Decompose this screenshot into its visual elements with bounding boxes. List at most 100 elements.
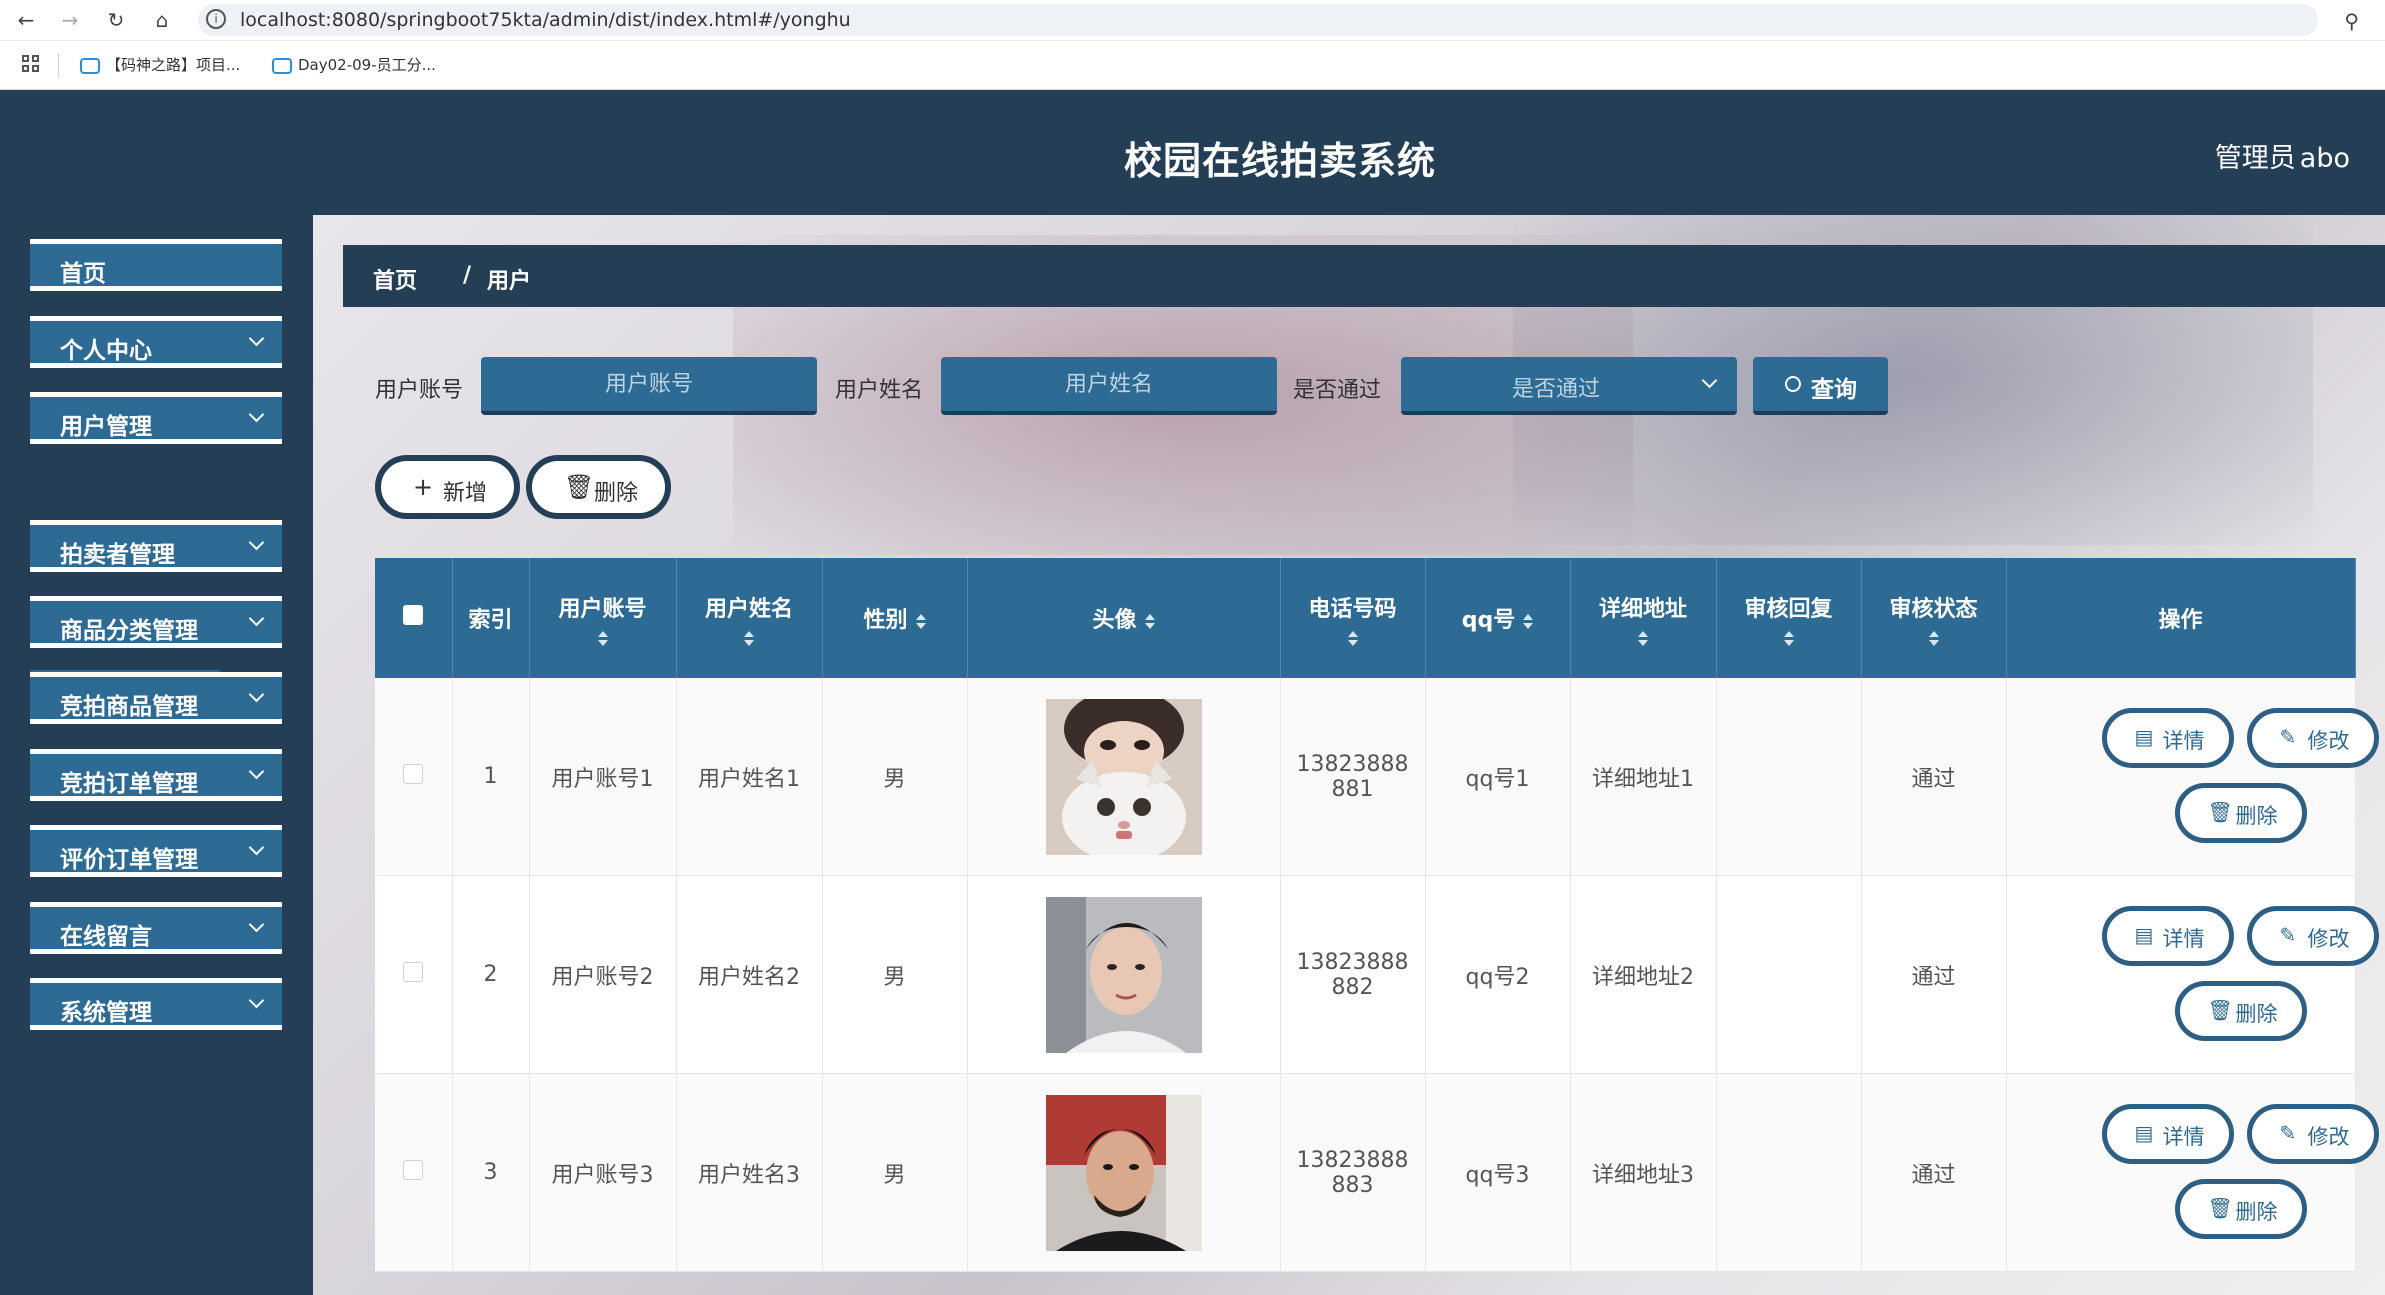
detail-button[interactable]: ▤ 详情 <box>2101 906 2234 966</box>
cell-index: 3 <box>452 1073 530 1272</box>
column-header-sortable[interactable]: 详细地址 <box>1570 558 1717 678</box>
delete-button[interactable]: 🗑 删除 <box>2174 1179 2307 1239</box>
sort-icon[interactable] <box>915 613 926 629</box>
sidebar-item-system-management[interactable]: 系统管理 <box>30 978 282 1030</box>
column-header: 操作 <box>2006 558 2356 678</box>
home-icon[interactable]: ⌂ <box>148 6 176 34</box>
breadcrumb-home[interactable]: 首页 <box>373 263 417 295</box>
chevron-down-icon <box>248 330 265 347</box>
reload-icon[interactable]: ↻ <box>102 6 130 34</box>
cell-name: 用户姓名3 <box>676 1073 823 1272</box>
cell-account: 用户账号2 <box>529 875 677 1074</box>
edit-button[interactable]: ✎ 修改 <box>2246 708 2379 768</box>
sort-icon[interactable] <box>1928 630 1939 646</box>
sort-icon[interactable] <box>1144 613 1155 629</box>
delete-button[interactable]: 🗑 删除 <box>2174 981 2307 1041</box>
batch-delete-button[interactable]: 🗑 删除 <box>526 455 671 519</box>
bookmarks-bar: 【码神之路】项目... Day02-09-员工分... <box>0 41 2385 90</box>
name-search-input[interactable] <box>941 357 1277 415</box>
column-header-sortable[interactable]: 电话号码 <box>1280 558 1426 678</box>
forward-icon[interactable]: → <box>56 6 84 34</box>
column-header-sortable[interactable]: 用户姓名 <box>676 558 823 678</box>
chevron-down-icon <box>248 839 265 856</box>
plus-icon: + <box>413 473 434 501</box>
chevron-down-icon <box>248 610 265 627</box>
sort-icon[interactable] <box>1783 630 1794 646</box>
cell-name: 用户姓名2 <box>676 875 823 1074</box>
cell-address: 详细地址1 <box>1570 678 1717 876</box>
bookmark-1[interactable]: 【码神之路】项目... <box>80 53 240 77</box>
back-icon[interactable]: ← <box>12 6 40 34</box>
apps-grid-icon[interactable] <box>22 55 40 73</box>
cell-account: 用户账号3 <box>529 1073 677 1272</box>
detail-button[interactable]: ▤ 详情 <box>2101 1104 2234 1164</box>
cell-avatar <box>967 678 1281 876</box>
row-checkbox[interactable] <box>375 678 453 876</box>
bookmark-separator <box>58 53 59 77</box>
detail-button[interactable]: ▤ 详情 <box>2101 708 2234 768</box>
chevron-down-icon <box>248 406 265 423</box>
cell-name: 用户姓名1 <box>676 678 823 876</box>
edit-button[interactable]: ✎ 修改 <box>2246 1104 2379 1164</box>
document-icon: ▤ <box>2134 923 2154 947</box>
avatar-cat-photo[interactable] <box>1045 698 1202 855</box>
password-key-icon[interactable]: ⚲ <box>2344 9 2359 33</box>
sidebar-item-auction-goods-management[interactable]: 竞拍商品管理 <box>30 672 282 724</box>
approved-select[interactable]: 是否通过 <box>1401 357 1737 415</box>
name-label: 用户姓名 <box>835 378 924 403</box>
sidebar-item-auctioneer-management[interactable]: 拍卖者管理 <box>30 520 282 572</box>
chevron-down-icon <box>248 992 265 1009</box>
sidebar: 首页 个人中心 用户管理 用户 拍卖者管理 商品分类管理 竞拍商品管理 竞拍订单… <box>0 215 313 1295</box>
sidebar-item-user-management[interactable]: 用户管理 <box>30 392 282 444</box>
account-label: 用户账号 <box>375 378 464 403</box>
row-checkbox[interactable] <box>375 1073 453 1272</box>
user-table: 索引 用户账号 用户姓名 性别 头像 电话号码 qq号 详细地址 审核回复 审核… <box>375 558 2379 1272</box>
avatar-man-portrait-photo[interactable] <box>1045 1094 1202 1251</box>
browser-toolbar: ← → ↻ ⌂ i localhost:8080/springboot75kta… <box>0 0 2385 41</box>
column-header-sortable[interactable]: qq号 <box>1425 558 1571 678</box>
cell-reply <box>1716 875 1862 1074</box>
column-header-sortable[interactable]: 头像 <box>967 558 1281 678</box>
query-button[interactable]: 查询 <box>1753 357 1888 415</box>
cell-status: 通过 <box>1861 1073 2007 1272</box>
sort-icon[interactable] <box>1347 630 1358 646</box>
delete-button[interactable]: 🗑 删除 <box>2174 783 2307 843</box>
cell-address: 详细地址2 <box>1570 875 1717 1074</box>
column-header-sortable[interactable]: 性别 <box>822 558 968 678</box>
sidebar-item-online-message[interactable]: 在线留言 <box>30 902 282 954</box>
current-user[interactable]: 管理员 abo <box>2211 136 2350 175</box>
select-all-checkbox[interactable] <box>375 558 453 678</box>
sort-icon[interactable] <box>744 630 754 646</box>
bookmark-2[interactable]: Day02-09-员工分... <box>272 53 436 77</box>
site-info-icon[interactable]: i <box>206 9 226 29</box>
cell-reply <box>1716 678 1862 876</box>
add-button[interactable]: + 新增 <box>375 455 520 519</box>
sort-icon[interactable] <box>1638 630 1648 646</box>
chevron-down-icon <box>248 534 265 551</box>
cell-gender: 男 <box>822 678 968 876</box>
sidebar-item-profile[interactable]: 个人中心 <box>30 316 282 368</box>
cell-qq: qq号3 <box>1425 1073 1571 1272</box>
app-title: 校园在线拍卖系统 <box>1123 139 1436 183</box>
edit-button[interactable]: ✎ 修改 <box>2246 906 2379 966</box>
sort-icon[interactable] <box>1523 613 1534 629</box>
row-checkbox[interactable] <box>375 875 453 1074</box>
avatar-young-man-photo[interactable] <box>1045 896 1202 1053</box>
address-bar[interactable]: i localhost:8080/springboot75kta/admin/d… <box>198 4 2318 36</box>
sidebar-item-review-order-management[interactable]: 评价订单管理 <box>30 825 282 877</box>
account-search-input[interactable] <box>481 357 817 415</box>
table-row: 1 用户账号1 用户姓名1 男 13823888 881 qq号1 详细地址1 … <box>375 678 2379 876</box>
sidebar-item-auction-order-management[interactable]: 竞拍订单管理 <box>30 749 282 801</box>
trash-icon: 🗑 <box>2207 800 2233 824</box>
column-header-sortable[interactable]: 审核回复 <box>1716 558 1862 678</box>
cell-avatar <box>967 875 1281 1074</box>
sidebar-item-category-management[interactable]: 商品分类管理 <box>30 596 282 648</box>
column-header-sortable[interactable]: 用户账号 <box>529 558 677 678</box>
trash-icon: 🗑 <box>2207 1196 2233 1220</box>
column-header-sortable[interactable]: 审核状态 <box>1861 558 2007 678</box>
cell-actions: ▤ 详情 ✎ 修改 🗑 删除 <box>2006 678 2379 876</box>
sidebar-item-home[interactable]: 首页 <box>30 239 282 291</box>
sort-icon[interactable] <box>597 630 608 646</box>
cell-reply <box>1716 1073 1862 1272</box>
document-icon: ▤ <box>2134 725 2154 749</box>
